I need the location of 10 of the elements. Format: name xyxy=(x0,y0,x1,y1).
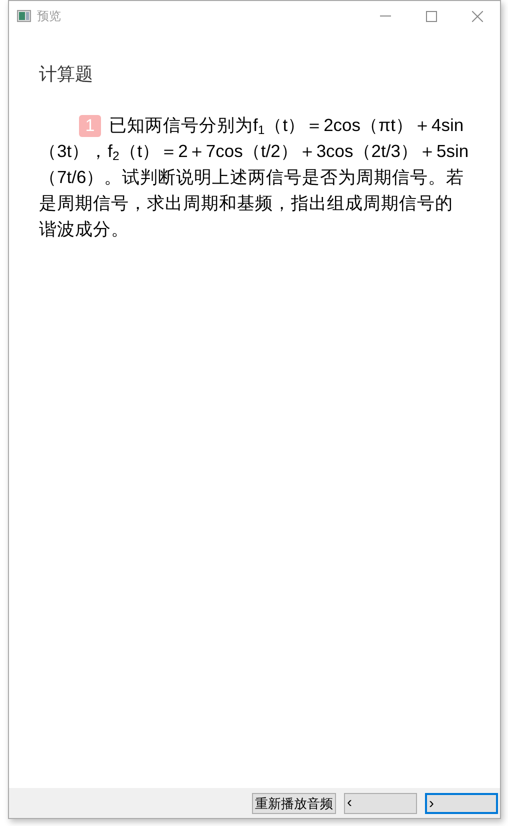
close-icon xyxy=(472,10,482,22)
minimize-icon xyxy=(380,15,390,17)
section-title: 计算题 xyxy=(39,63,94,87)
app-icon xyxy=(17,10,31,22)
maximize-icon xyxy=(426,10,436,22)
question-text: 1 已知两信号分别为f$_{1}$（t）＝2cos（πt）＋4sin（3t），f$_{2}$（t）＝2＋7cos（t/2）＋3cos（2t/3）＋5sin（7t/6）。试判断说明上述两信号是否为周期信号。若是周期信号，求出周期和基频，指出组成周期信号的谐波成分。 xyxy=(39,114,470,241)
replay-audio-button[interactable]: 重新播放音频 xyxy=(252,792,336,814)
next-button[interactable]: › xyxy=(425,792,498,814)
previous-button[interactable]: ‹ xyxy=(344,792,417,814)
window-title: 预览 xyxy=(37,8,61,25)
